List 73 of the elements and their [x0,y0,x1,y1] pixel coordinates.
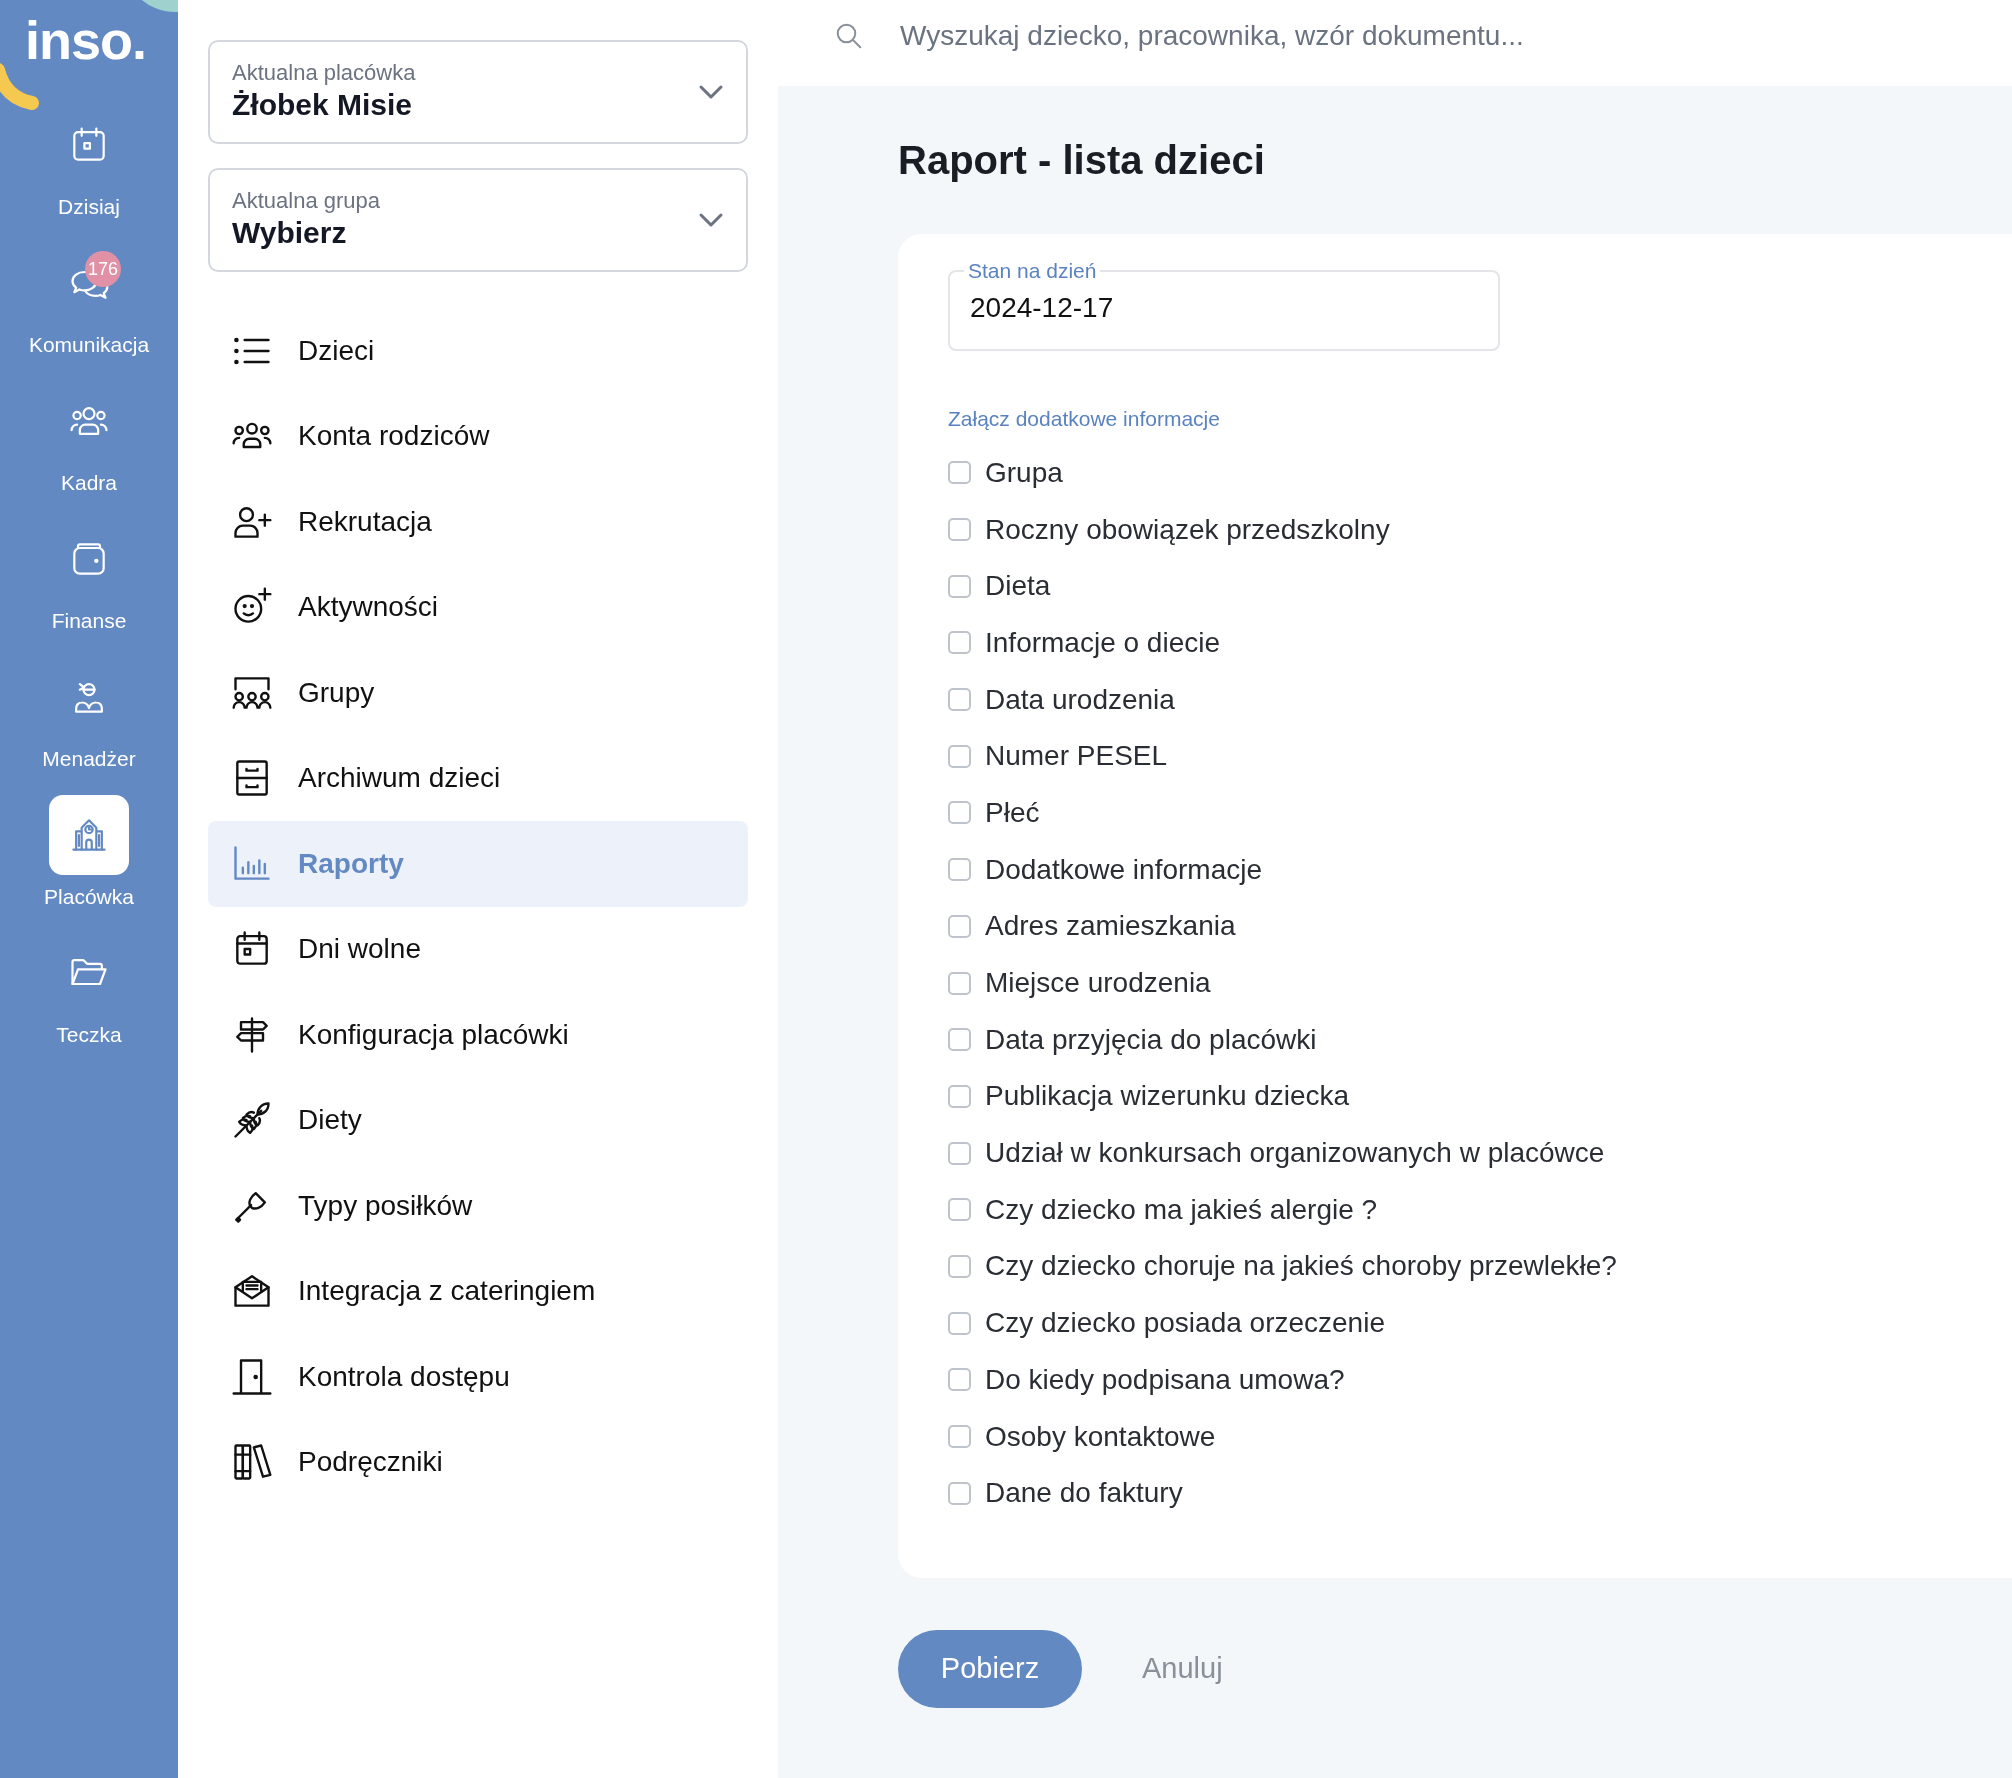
search-icon [834,21,864,51]
nav-item[interactable]: Menadżer [42,643,136,781]
menu-item[interactable]: Grupy [208,650,748,736]
checkbox-label: Czy dziecko choruje na jakieś choroby przewlekłe? [985,1249,1617,1284]
checkbox-label: Dane do faktury [985,1476,1183,1511]
checkbox[interactable] [948,1028,971,1052]
select-field[interactable]: Aktualna grupa Wybierz [208,168,748,272]
checkbox-label: Płeć [985,795,1040,830]
download-button[interactable]: Pobierz [898,1629,1082,1708]
date-field[interactable]: Stan na dzień 2024-12-17 [948,260,1500,351]
checkbox[interactable] [948,1368,971,1392]
checkbox-label: Udział w konkursach organizowanych w placówce [985,1136,1605,1171]
menu-item[interactable]: Kontrola dostępu [208,1334,748,1420]
checkbox[interactable] [948,744,971,768]
section-label: Załącz dodatkowe informacje [948,406,1221,432]
checkbox-label: Czy dziecko ma jakieś alergie ? [985,1192,1378,1227]
nav-item[interactable]: Finanse [49,505,129,643]
nav-item[interactable]: Teczka [49,919,129,1057]
chevron-down-icon [698,212,724,228]
nav-item[interactable]: Dzisiaj [49,91,129,229]
logo: inso. [25,9,146,72]
checkbox-label: Osoby kontaktowe [985,1419,1216,1454]
page-title: Raport - lista dzieci [898,137,1266,184]
checkbox[interactable] [948,574,971,598]
checkbox[interactable] [948,688,971,712]
checkbox-label: Adres zamieszkania [985,909,1236,944]
checkbox-label: Data urodzenia [985,682,1175,717]
checkbox[interactable] [948,1311,971,1335]
checkbox[interactable] [948,858,971,882]
menu-item[interactable]: Rekrutacja [208,479,748,565]
menu-item[interactable]: Konta rodziców [208,393,748,479]
checkbox-label: Informacje o diecie [985,625,1220,660]
checkbox-label: Numer PESEL [985,739,1168,774]
field-label: Stan na dzień [967,260,1098,281]
checkbox-label: Roczny obowiązek przedszkolny [985,512,1390,547]
menu-item[interactable]: Integracja z cateringiem [208,1248,748,1334]
checkbox[interactable] [948,1425,971,1449]
checkbox-label: Data przyjęcia do placówki [985,1022,1317,1057]
menu-item[interactable]: Archiwum dzieci [208,735,748,821]
chevron-down-icon [698,84,724,100]
nav-item[interactable]: 176 Komunikacja [28,229,150,367]
menu-item[interactable]: Aktywności [208,564,748,650]
date-input[interactable]: 2024-12-17 [970,281,1478,339]
checkbox[interactable] [948,971,971,995]
checkbox[interactable] [948,631,971,655]
checkbox[interactable] [948,1481,971,1505]
checkbox-label: Dodatkowe informacje [985,852,1263,887]
checkbox[interactable] [948,801,971,825]
checkbox[interactable] [948,1141,971,1165]
checkbox[interactable] [948,1254,971,1278]
menu-item[interactable]: Konfiguracja placówki [208,992,748,1078]
select-field[interactable]: Aktualna placówka Żłobek Misie [208,40,748,144]
checkbox[interactable] [948,914,971,938]
arc-decoration [0,63,39,110]
checkbox-label: Miejsce urodzenia [985,966,1211,1001]
checkbox-label: Dieta [985,569,1051,604]
menu-item[interactable]: Dzieci [208,308,748,394]
menu-item[interactable]: Dni wolne [208,906,748,992]
checkbox[interactable] [948,1084,971,1108]
checkbox[interactable] [948,461,971,485]
checkbox[interactable] [948,518,971,542]
checkbox[interactable] [948,1198,971,1222]
checkbox-label: Do kiedy podpisana umowa? [985,1362,1345,1397]
checkbox-label: Grupa [985,455,1063,490]
menu-item[interactable]: Podręczniki [208,1419,748,1505]
checkbox-label: Czy dziecko posiada orzeczenie [985,1306,1385,1341]
search-field[interactable]: Wyszukaj dziecko, pracownika, wzór dokumentu... [898,14,1798,58]
count-badge: 176 [85,251,121,287]
menu-item[interactable]: Diety [208,1077,748,1163]
nav-item[interactable]: Placówka [44,781,134,919]
nav-item[interactable]: Kadra [49,367,129,505]
menu-item[interactable]: Typy posiłków [208,1163,748,1249]
checkbox-label: Publikacja wizerunku dziecka [985,1079,1350,1114]
